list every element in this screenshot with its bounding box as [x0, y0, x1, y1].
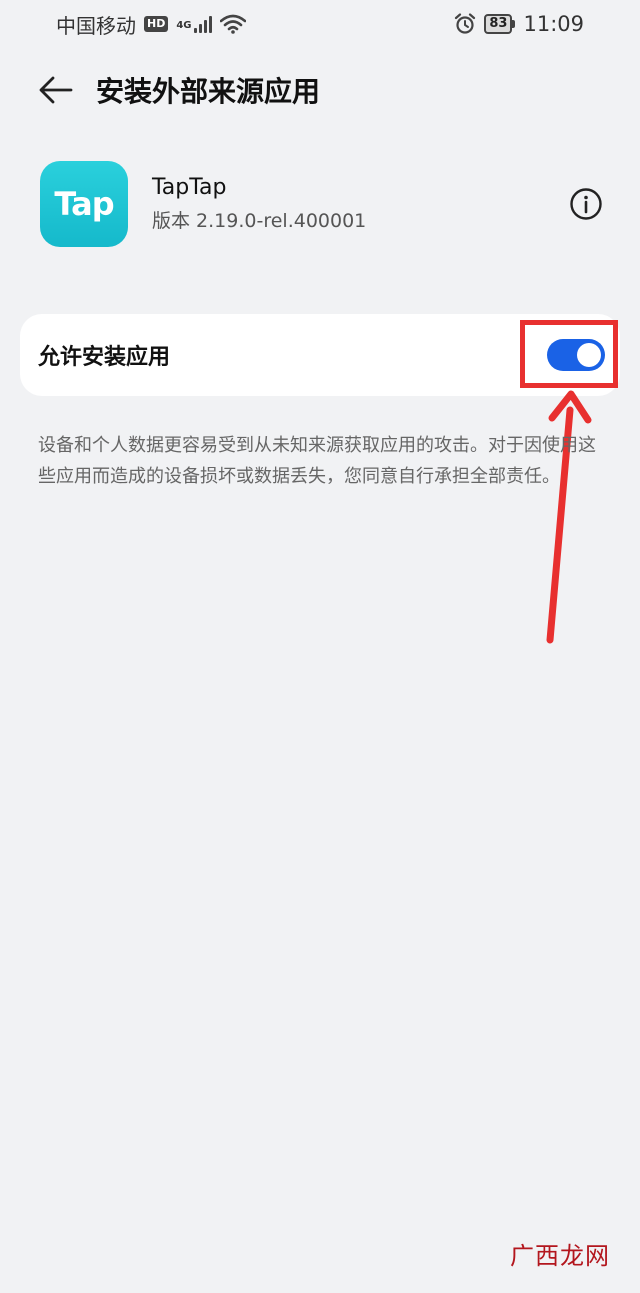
app-version: 版本 2.19.0-rel.400001 [152, 210, 367, 232]
status-left: 中国移动 HD 4G [56, 10, 246, 39]
back-arrow-icon [39, 76, 73, 104]
header: 安装外部来源应用 [0, 62, 640, 118]
battery-level: 83 [484, 14, 513, 34]
page-title: 安装外部来源应用 [96, 75, 321, 108]
wifi-icon [219, 14, 246, 34]
app-name: TapTap [152, 175, 227, 200]
info-icon [570, 188, 602, 220]
signal-icon [193, 15, 212, 33]
back-button[interactable] [36, 70, 76, 110]
hd-badge: HD [144, 16, 169, 32]
status-time: 11:09 [523, 12, 584, 36]
setting-label: 允许安装应用 [38, 345, 171, 370]
app-text: TapTap 版本 2.19.0-rel.400001 [152, 175, 568, 233]
app-info: Tap TapTap 版本 2.19.0-rel.400001 [40, 160, 604, 248]
status-bar: 中国移动 HD 4G 83 11:09 [0, 0, 640, 48]
warning-text: 设备和个人数据更容易受到从未知来源获取应用的攻击。对于因使用这些应用而造成的设备… [38, 435, 596, 487]
watermark: 广西龙网 [510, 1242, 610, 1270]
status-right: 83 11:09 [454, 12, 584, 36]
annotation-arrow-icon [546, 390, 592, 644]
app-info-button[interactable] [568, 186, 604, 222]
annotation-highlight-box [520, 320, 618, 388]
network-type: 4G [176, 19, 192, 31]
alarm-icon [455, 13, 476, 34]
battery-icon: 83 [484, 14, 516, 34]
carrier-name: 中国移动 [56, 13, 136, 38]
taptap-app-icon: Tap [40, 161, 128, 247]
